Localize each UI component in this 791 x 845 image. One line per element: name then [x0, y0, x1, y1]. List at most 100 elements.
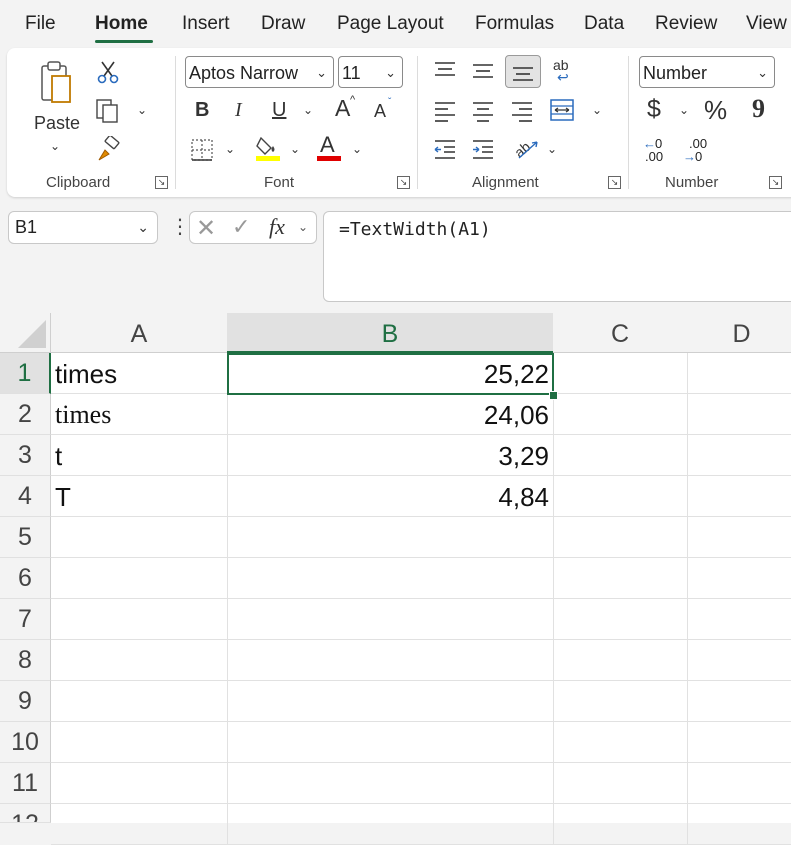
comma-style-button[interactable]: 9	[752, 96, 765, 122]
italic-button[interactable]: I	[235, 100, 242, 120]
align-left-icon[interactable]	[433, 100, 457, 122]
cell-a10[interactable]	[51, 722, 228, 763]
tab-review[interactable]: Review	[655, 13, 717, 35]
more-options-icon[interactable]: ⋮	[170, 214, 190, 239]
cell-d3[interactable]	[687, 435, 791, 476]
cancel-icon[interactable]: ✕	[196, 214, 216, 243]
font-name-select[interactable]: Aptos Narrow ⌄	[185, 56, 334, 88]
format-painter-icon[interactable]	[95, 134, 121, 162]
clipboard-dialog-launcher-icon[interactable]: ↘	[155, 176, 168, 189]
currency-button[interactable]: $	[647, 97, 661, 122]
currency-dropdown-chevron-icon[interactable]: ⌄	[679, 103, 689, 117]
cell-c2[interactable]	[553, 394, 688, 435]
row-header-12[interactable]: 12	[0, 804, 51, 823]
align-bottom-button[interactable]	[505, 55, 541, 88]
merge-dropdown-chevron-icon[interactable]: ⌄	[592, 103, 602, 117]
cell-c12[interactable]	[553, 804, 688, 845]
cell-b10[interactable]	[227, 722, 554, 763]
bold-button[interactable]: B	[195, 100, 209, 120]
enter-check-icon[interactable]: ✓	[232, 214, 250, 240]
orientation-icon[interactable]: ab	[511, 136, 541, 162]
tab-view[interactable]: View	[746, 13, 787, 35]
tab-page-layout[interactable]: Page Layout	[337, 13, 444, 35]
row-header-1[interactable]: 1	[0, 353, 51, 394]
cell-d12[interactable]	[687, 804, 791, 845]
cell-a3[interactable]: t	[51, 435, 228, 476]
formula-input[interactable]: =TextWidth(A1)	[323, 211, 791, 302]
row-header-5[interactable]: 5	[0, 517, 51, 558]
tab-home[interactable]: Home	[95, 13, 148, 35]
fill-color-dropdown-chevron-icon[interactable]: ⌄	[290, 142, 300, 156]
align-center-icon[interactable]	[471, 100, 495, 122]
fill-handle[interactable]	[549, 391, 558, 400]
cell-a5[interactable]	[51, 517, 228, 558]
orientation-dropdown-chevron-icon[interactable]: ⌄	[547, 142, 557, 156]
cell-c8[interactable]	[553, 640, 688, 681]
cell-a9[interactable]	[51, 681, 228, 722]
borders-dropdown-chevron-icon[interactable]: ⌄	[225, 142, 235, 156]
percent-button[interactable]: %	[704, 97, 727, 123]
tab-draw[interactable]: Draw	[261, 13, 305, 35]
grow-font-button[interactable]: A	[335, 97, 350, 120]
cell-a6[interactable]	[51, 558, 228, 599]
cell-a8[interactable]	[51, 640, 228, 681]
row-header-9[interactable]: 9	[0, 681, 51, 722]
cell-b9[interactable]	[227, 681, 554, 722]
cell-d5[interactable]	[687, 517, 791, 558]
row-header-10[interactable]: 10	[0, 722, 51, 763]
cell-b6[interactable]	[227, 558, 554, 599]
align-right-icon[interactable]	[510, 100, 534, 122]
row-header-8[interactable]: 8	[0, 640, 51, 681]
copy-dropdown-chevron-icon[interactable]: ⌄	[137, 103, 147, 117]
cell-d9[interactable]	[687, 681, 791, 722]
cell-a1[interactable]: times	[51, 353, 228, 394]
decrease-decimal-button[interactable]: .00 → 0	[683, 136, 711, 166]
cell-c5[interactable]	[553, 517, 688, 558]
cell-c6[interactable]	[553, 558, 688, 599]
tab-file[interactable]: File	[25, 13, 56, 35]
cell-b8[interactable]	[227, 640, 554, 681]
fill-color-icon[interactable]	[255, 134, 281, 162]
number-format-select[interactable]: Number ⌄	[639, 56, 775, 88]
cell-b11[interactable]	[227, 763, 554, 804]
cell-a4[interactable]: T	[51, 476, 228, 517]
wrap-text-icon[interactable]: ab ↩	[551, 56, 575, 86]
tab-formulas[interactable]: Formulas	[475, 13, 554, 35]
cell-b5[interactable]	[227, 517, 554, 558]
font-color-button[interactable]: A	[315, 134, 343, 164]
cell-c7[interactable]	[553, 599, 688, 640]
cell-c11[interactable]	[553, 763, 688, 804]
row-header-11[interactable]: 11	[0, 763, 51, 804]
font-dialog-launcher-icon[interactable]: ↘	[397, 176, 410, 189]
insert-function-button[interactable]: fx	[269, 214, 285, 240]
shrink-font-button[interactable]: A	[374, 102, 386, 120]
decrease-indent-icon[interactable]	[433, 138, 457, 160]
cell-b2[interactable]: 24,06	[227, 394, 554, 435]
font-color-dropdown-chevron-icon[interactable]: ⌄	[352, 142, 362, 156]
merge-center-icon[interactable]	[549, 98, 575, 122]
cell-a12[interactable]	[51, 804, 228, 845]
paste-button[interactable]: Paste	[34, 114, 80, 132]
cell-d1[interactable]	[687, 353, 791, 394]
cut-icon[interactable]	[97, 60, 119, 84]
increase-indent-icon[interactable]	[471, 138, 495, 160]
align-top-icon[interactable]	[433, 60, 457, 80]
column-header-a[interactable]: A	[51, 313, 228, 353]
align-middle-icon[interactable]	[471, 62, 495, 82]
underline-button[interactable]: U	[272, 100, 286, 120]
column-header-c[interactable]: C	[553, 313, 688, 353]
cell-c3[interactable]	[553, 435, 688, 476]
paste-dropdown-chevron-icon[interactable]: ⌄	[50, 139, 60, 153]
cell-c9[interactable]	[553, 681, 688, 722]
row-header-3[interactable]: 3	[0, 435, 51, 476]
borders-icon[interactable]	[190, 138, 214, 162]
cell-a11[interactable]	[51, 763, 228, 804]
cell-c10[interactable]	[553, 722, 688, 763]
underline-dropdown-chevron-icon[interactable]: ⌄	[303, 103, 313, 117]
cell-d4[interactable]	[687, 476, 791, 517]
row-header-4[interactable]: 4	[0, 476, 51, 517]
copy-icon[interactable]	[95, 98, 121, 124]
cell-b1[interactable]: 25,22	[227, 353, 554, 394]
chevron-down-icon[interactable]: ⌄	[298, 220, 308, 234]
row-header-7[interactable]: 7	[0, 599, 51, 640]
